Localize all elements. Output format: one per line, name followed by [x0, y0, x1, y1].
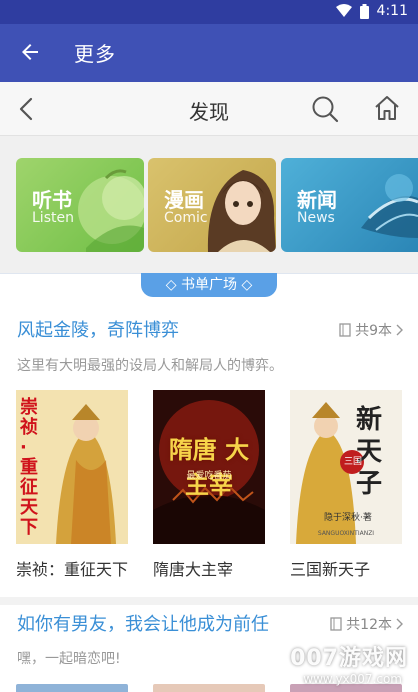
book-cover-author: 最爱吃番茄 [186, 471, 232, 481]
book-icon [339, 323, 351, 337]
category-listen-sublabel: Listen [32, 210, 74, 226]
book-cover-peek [16, 684, 128, 692]
watermark-url: www.yx007.com [303, 672, 402, 686]
booklist-count-text: 共9本 [355, 323, 392, 339]
back-arrow-icon[interactable] [18, 40, 42, 64]
book-cover-text: 崇祯·重征天下 [20, 397, 38, 538]
book-cover[interactable]: 新天子 三国 隐于深秋·著 SANGUOXINTIANZI [290, 390, 402, 544]
booklist-description: 嘿，一起暗恋吧! [17, 651, 121, 667]
search-icon[interactable] [311, 95, 339, 123]
booklist-count[interactable]: 共9本 [339, 320, 404, 340]
page-title: 发现 [189, 100, 229, 124]
booklist-title[interactable]: 如你有男友，我会让他成为前任 [17, 610, 269, 636]
booklist-title[interactable]: 风起金陵，奇阵博弈 [17, 316, 179, 342]
category-news-label: 新闻 [297, 188, 337, 212]
battery-icon [359, 3, 369, 19]
wifi-icon [335, 4, 352, 17]
book-icon [330, 617, 342, 631]
app-bar-title: 更多 [74, 42, 116, 66]
book-cover[interactable]: 崇祯·重征天下 [16, 390, 128, 544]
book-title[interactable]: 三国新天子 [290, 556, 402, 580]
category-area: 听书 Listen 漫画 Comic 新闻 News [0, 136, 418, 273]
discover-nav-bar: 发现 [0, 82, 418, 136]
book-cover-author: 隐于深秋·著 [324, 513, 372, 523]
category-news-sublabel: News [297, 210, 335, 226]
chevron-right-icon [396, 324, 403, 336]
booklist-plaza-tag[interactable]: ◇ 书单广场 ◇ [141, 273, 277, 297]
category-comic-sublabel: Comic [164, 210, 208, 226]
booklist-count-text: 共12本 [346, 617, 392, 633]
chevron-right-icon [396, 618, 403, 630]
category-listen-label: 听书 [32, 188, 72, 212]
app-bar: 更多 [0, 24, 418, 82]
book-cover-text: 新天子 [356, 405, 383, 499]
booklist-header: ◇ 书单广场 ◇ [0, 273, 418, 303]
booklist-description: 这里有大明最强的设局人和解局人的博弈。 [17, 358, 283, 374]
category-comic[interactable]: 漫画 Comic [148, 158, 276, 252]
section-divider [0, 597, 418, 605]
book-cover-peek [153, 684, 265, 692]
book-cover-text: 隋唐 大主宰 [168, 436, 250, 499]
watermark-logo: 007游戏网 [290, 646, 408, 671]
category-listen[interactable]: 听书 Listen [16, 158, 144, 252]
book-cover-pinyin: SANGUOXINTIANZI [317, 530, 375, 537]
category-comic-label: 漫画 [164, 188, 204, 212]
clock: 4:11 [376, 3, 408, 19]
home-icon[interactable] [373, 94, 401, 122]
book-cover-badge: 三国 [343, 457, 362, 467]
book-cover[interactable]: 隋唐 大主宰 最爱吃番茄 [153, 390, 265, 544]
book-title[interactable]: 隋唐大主宰 [153, 556, 265, 580]
book-title[interactable]: 崇祯：重征天下 [16, 556, 128, 580]
booklist-count[interactable]: 共12本 [330, 614, 404, 634]
category-news[interactable]: 新闻 News [281, 158, 418, 252]
status-bar: 4:11 [0, 0, 418, 24]
